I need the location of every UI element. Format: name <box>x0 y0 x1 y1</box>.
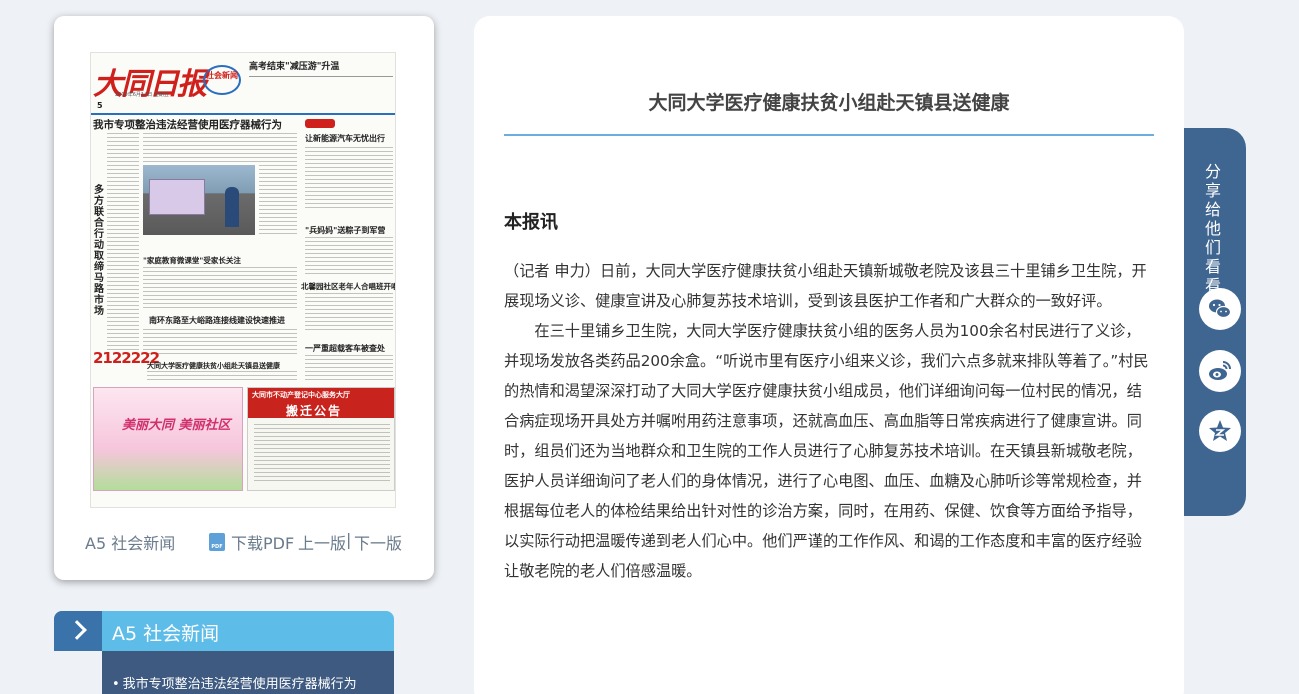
article-card: 大同大学医疗健康扶贫小组赴天镇县送健康 本报讯 （记者 申力）日前，大同大学医疗… <box>474 16 1184 694</box>
newspaper-masthead: 大同日报 社会新闻 高考结束"减压游"升温 2019年6月14日 星期五 5 <box>91 53 395 115</box>
ad-right-subtitle: 大同市不动产登记中心服务大厅 <box>252 391 350 399</box>
section-logo: 社会新闻 <box>203 65 241 95</box>
ad-left-title: 美丽大同 美丽社区 <box>122 418 231 433</box>
np-headline[interactable]: 我市专项整治违法经营使用医疗器械行为 <box>93 117 282 132</box>
qzone-icon <box>1209 420 1231 441</box>
np-vertical-headline[interactable]: 多方联合行动 取缔马路市场 <box>94 185 106 317</box>
next-page-link[interactable]: 下一版 <box>354 530 402 554</box>
np-advertisement-right: 大同市不动产登记中心服务大厅 搬迁公告 <box>247 387 395 491</box>
top-headline: 高考结束"减压游"升温 <box>249 59 393 77</box>
article-paragraph: （记者 申力）日前，大同大学医疗健康扶贫小组赴天镇新城敬老院及该县三十里铺乡卫生… <box>504 262 1147 310</box>
section-menu-header[interactable]: A5 社会新闻 <box>54 611 394 651</box>
np-text-block <box>305 293 393 333</box>
news-photo <box>143 165 255 235</box>
np-text-block <box>305 147 393 211</box>
paper-footer: A5 社会新闻 下载PDF 上一版 | 下一版 <box>54 526 434 556</box>
article-body: （记者 申力）日前，大同大学医疗健康扶贫小组赴天镇新城敬老院及该县三十里铺乡卫生… <box>504 256 1149 586</box>
np-text-block <box>143 267 297 309</box>
page-section-label: A5 社会新闻 <box>85 534 176 553</box>
np-headline[interactable]: 让新能源汽车无忧出行 <box>305 133 385 144</box>
share-sidebar: 分享给他们看看 <box>1184 128 1246 516</box>
np-text-block <box>107 133 139 353</box>
prev-page-link[interactable]: 上一版 <box>298 530 346 554</box>
np-text-block <box>143 133 297 163</box>
section-menu-list: 我市专项整治违法经营使用医疗器械行为 <box>102 651 394 694</box>
np-headline[interactable]: "兵妈妈"送粽子到军营 <box>305 225 385 236</box>
wechat-share-button[interactable] <box>1199 288 1241 330</box>
ad-right-title: 搬迁公告 <box>286 404 343 418</box>
np-text-block <box>147 371 297 383</box>
np-text-block <box>305 237 393 275</box>
ad-right-header: 大同市不动产登记中心服务大厅 搬迁公告 <box>248 388 394 418</box>
article-paragraph: 在三十里铺乡卫生院，大同大学医疗健康扶贫小组的医务人员为100余名村民进行了义诊… <box>504 322 1149 580</box>
np-headline[interactable]: "家庭教育微课堂"受家长关注 <box>143 255 241 266</box>
title-divider <box>504 134 1154 136</box>
chevron-right-icon[interactable] <box>54 611 102 651</box>
np-text-block <box>143 329 297 355</box>
np-headline[interactable]: 北馨园社区老年人合唱班开唱 <box>301 281 395 292</box>
page-dateline: 2019年6月14日 星期五 <box>115 92 169 98</box>
download-pdf-link[interactable]: 下载PDF <box>231 530 294 554</box>
section-menu-title: A5 社会新闻 <box>112 623 220 645</box>
np-advertisement-left: 美丽大同 美丽社区 <box>93 387 243 491</box>
np-red-tag <box>305 119 335 128</box>
np-headline[interactable]: 大同大学医疗健康扶贫小组赴天镇县送健康 <box>147 361 280 371</box>
np-text-block <box>305 355 393 383</box>
weibo-share-button[interactable] <box>1199 350 1241 392</box>
news-photo-truck <box>149 179 205 215</box>
wechat-icon <box>1209 299 1232 319</box>
share-label: 分享给他们看看 <box>1204 162 1221 295</box>
nav-separator: | <box>346 530 352 549</box>
section-menu-item[interactable]: 我市专项整治违法经营使用医疗器械行为 <box>112 673 357 692</box>
article-byline: 本报讯 <box>504 212 558 233</box>
np-headline[interactable]: 一严重超载客车被查处 <box>305 343 385 354</box>
news-photo-person <box>225 187 239 227</box>
qzone-share-button[interactable] <box>1199 410 1241 452</box>
np-text-block <box>259 165 297 235</box>
page-number: 5 <box>97 101 103 110</box>
np-text-block <box>254 424 390 484</box>
article-title: 大同大学医疗健康扶贫小组赴天镇县送健康 <box>648 92 1010 114</box>
pdf-icon[interactable] <box>209 533 225 551</box>
newspaper-page-thumbnail[interactable]: 大同日报 社会新闻 高考结束"减压游"升温 2019年6月14日 星期五 5 我… <box>90 52 396 508</box>
np-headline[interactable]: 南环东路至大峪路连接线建设快速推进 <box>149 315 285 326</box>
newspaper-card: 大同日报 社会新闻 高考结束"减压游"升温 2019年6月14日 星期五 5 我… <box>54 16 434 580</box>
weibo-icon <box>1209 361 1231 380</box>
